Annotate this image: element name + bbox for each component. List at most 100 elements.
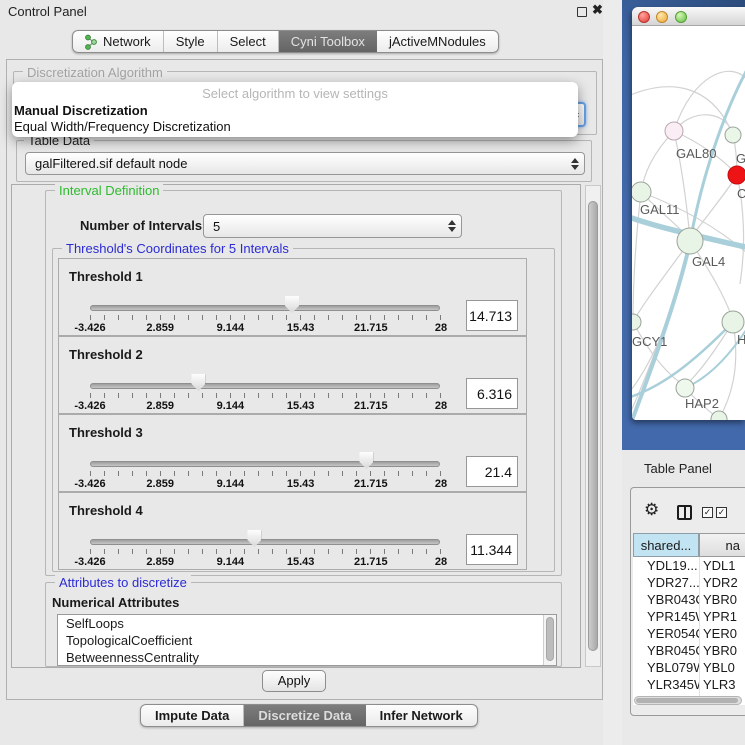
table-row[interactable]: YPR145WYPR1 <box>633 608 745 625</box>
column-header-name[interactable]: na <box>699 533 745 557</box>
checkbox-icon[interactable]: ✓ <box>716 507 727 518</box>
threshold-1-slider-track[interactable] <box>90 305 440 311</box>
tick-label: 21.715 <box>354 322 388 334</box>
column-header-shared-name[interactable]: shared... <box>633 533 699 557</box>
list-item[interactable]: BetweennessCentrality <box>58 649 556 666</box>
list-item[interactable]: TopologicalCoefficient <box>58 632 556 649</box>
cell-name[interactable]: YER0 <box>699 625 745 642</box>
vertical-scrollbar-thumb[interactable] <box>588 201 598 651</box>
zoom-traffic-light-icon[interactable] <box>675 11 687 23</box>
table-row[interactable]: YLR345WYLR3 <box>633 676 745 693</box>
tab-jactivemnodules[interactable]: jActiveMNodules <box>377 31 498 52</box>
cell-shared-name[interactable]: YBR045C <box>633 642 699 659</box>
minimize-traffic-light-icon[interactable] <box>656 11 668 23</box>
cell-shared-name[interactable]: YDR27... <box>633 574 699 591</box>
node-label-hap2: HAP2 <box>685 396 719 411</box>
threshold-3-slider-track[interactable] <box>90 461 440 467</box>
tick-label: -3.426 <box>74 556 105 568</box>
tick-label: 2.859 <box>146 556 174 568</box>
table-row[interactable]: YDR27...YDR2 <box>633 574 745 591</box>
float-window-icon[interactable] <box>577 7 587 17</box>
tab-impute-data[interactable]: Impute Data <box>141 705 244 726</box>
panel-title: Control Panel <box>8 4 87 19</box>
vertical-scrollbar[interactable] <box>585 185 601 667</box>
threshold-4-value-field[interactable] <box>466 534 518 565</box>
threshold-row-1: Threshold 1 -3.426 2.859 9.144 15.43 21.… <box>58 258 527 336</box>
threshold-3-value-field[interactable] <box>466 456 518 487</box>
cell-name[interactable]: YLR3 <box>699 676 745 693</box>
node-gal80[interactable] <box>665 122 683 140</box>
close-icon[interactable]: ✖ <box>592 2 603 18</box>
tab-cyni-toolbox[interactable]: Cyni Toolbox <box>279 31 377 52</box>
cell-name[interactable]: YBR0 <box>699 642 745 659</box>
tab-discretize-data[interactable]: Discretize Data <box>244 705 365 726</box>
threshold-4-slider-track[interactable] <box>90 539 440 545</box>
tab-style[interactable]: Style <box>164 31 218 52</box>
network-window-titlebar[interactable] <box>632 7 745 26</box>
node-label-c-partial: C <box>737 186 745 201</box>
cell-shared-name[interactable]: YDL19... <box>633 557 699 574</box>
horizontal-scrollbar[interactable] <box>634 696 742 705</box>
number-of-intervals-label: Number of Intervals <box>80 218 202 233</box>
node-gal11[interactable] <box>632 182 651 202</box>
tick-label: 9.144 <box>217 322 245 334</box>
horizontal-scrollbar-thumb[interactable] <box>636 698 738 703</box>
threshold-1-value-field[interactable] <box>466 300 518 331</box>
list-scrollbar[interactable] <box>543 615 556 665</box>
cell-name[interactable]: YDL1 <box>699 557 745 574</box>
cell-shared-name[interactable]: YBR043C <box>633 591 699 608</box>
apply-button[interactable]: Apply <box>262 670 326 692</box>
node-hap2[interactable] <box>676 379 694 397</box>
tick-label: 21.715 <box>354 400 388 412</box>
slider-ticks <box>90 549 442 554</box>
node-red-selected[interactable] <box>728 166 745 184</box>
table-row[interactable]: YDL19...YDL1 <box>633 557 745 574</box>
dropdown-option-equal-width[interactable]: Equal Width/Frequency Discretization <box>14 119 569 134</box>
list-item[interactable]: SelfLoops <box>58 615 556 632</box>
node-gal4[interactable] <box>677 228 703 254</box>
panel-divider[interactable] <box>603 0 622 745</box>
network-canvas[interactable]: GAL80 G C GAL11 GAL4 GCY1 H HAP2 <box>632 26 745 420</box>
node-label-gal11: GAL11 <box>640 202 680 217</box>
tick-label: 28 <box>435 400 447 412</box>
algorithm-dropdown-popup: Select algorithm to view settings Manual… <box>12 82 578 137</box>
number-of-intervals-combo[interactable]: 5 <box>203 214 462 238</box>
cell-name[interactable]: YDR2 <box>699 574 745 591</box>
list-scrollbar-thumb[interactable] <box>546 617 554 661</box>
numerical-attributes-list: SelfLoops TopologicalCoefficient Between… <box>57 614 557 666</box>
cell-shared-name[interactable]: YER054C <box>633 625 699 642</box>
table-data-combo[interactable]: galFiltered.sif default node <box>25 152 585 175</box>
columns-icon[interactable] <box>677 505 692 520</box>
threshold-4-label: Threshold 4 <box>69 503 143 518</box>
tab-select-label: Select <box>230 34 266 49</box>
cell-shared-name[interactable]: YPR145W <box>633 608 699 625</box>
table-row[interactable]: YBL079WYBL0 <box>633 659 745 676</box>
gear-icon[interactable]: ⚙ <box>644 500 659 520</box>
tick-label: 28 <box>435 556 447 568</box>
checkbox-icon[interactable]: ✓ <box>702 507 713 518</box>
table-row[interactable]: YBR043CYBR0 <box>633 591 745 608</box>
node-bottom[interactable] <box>711 411 727 420</box>
table-row[interactable]: YER054CYER0 <box>633 625 745 642</box>
slider-ticks <box>90 315 442 320</box>
tick-label: 21.715 <box>354 478 388 490</box>
discretization-algorithm-group-title: Discretization Algorithm <box>23 65 167 80</box>
network-window[interactable]: GAL80 G C GAL11 GAL4 GCY1 H HAP2 <box>632 7 745 420</box>
threshold-2-value-field[interactable] <box>466 378 518 409</box>
tab-discretize-data-label: Discretize Data <box>258 708 351 723</box>
cell-name[interactable]: YBR0 <box>699 591 745 608</box>
node-top-right[interactable] <box>725 127 741 143</box>
cell-shared-name[interactable]: YLR345W <box>633 676 699 693</box>
tab-network[interactable]: Network <box>73 31 164 52</box>
cell-shared-name[interactable]: YBL079W <box>633 659 699 676</box>
close-traffic-light-icon[interactable] <box>638 11 650 23</box>
cell-name[interactable]: YBL0 <box>699 659 745 676</box>
dropdown-option-manual[interactable]: Manual Discretization <box>14 103 569 118</box>
node-gcy1[interactable] <box>632 314 641 330</box>
threshold-2-slider-track[interactable] <box>90 383 440 389</box>
table-row[interactable]: YBR045CYBR0 <box>633 642 745 659</box>
tab-select[interactable]: Select <box>218 31 279 52</box>
cell-name[interactable]: YPR1 <box>699 608 745 625</box>
node-h[interactable] <box>722 311 744 333</box>
tab-infer-network[interactable]: Infer Network <box>366 705 477 726</box>
